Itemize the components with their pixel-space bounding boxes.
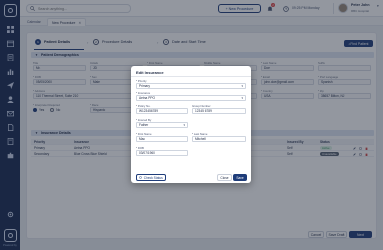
dob-input[interactable]: 03/07/1960 bbox=[136, 150, 188, 156]
refresh-icon bbox=[139, 176, 143, 179]
close-button[interactable]: Close bbox=[217, 174, 232, 181]
insured-by-value: Father bbox=[139, 123, 149, 127]
last-name-input[interactable]: Mitchell bbox=[192, 136, 246, 142]
first-name-input[interactable]: Mac bbox=[136, 136, 188, 142]
priority-value: Primary bbox=[139, 84, 150, 88]
check-status-button[interactable]: Check Status bbox=[136, 174, 166, 181]
insurance-select[interactable]: Aetna PPO ▾ bbox=[136, 95, 246, 101]
insurance-value: Aetna PPO bbox=[139, 96, 155, 100]
app-root: Powered by + New Procedure 2 09:25 PM Mo… bbox=[0, 0, 383, 250]
chevron-down-icon: ▾ bbox=[183, 123, 185, 127]
group-number-input[interactable]: 12345 6789 bbox=[192, 108, 246, 114]
check-status-label: Check Status bbox=[143, 175, 163, 180]
chevron-down-icon: ▾ bbox=[241, 96, 243, 100]
edit-insurance-modal: Edit Insurance * Priority Primary ▾ * Ins… bbox=[131, 66, 251, 183]
chevron-down-icon: ▾ bbox=[241, 84, 243, 88]
modal-divider bbox=[131, 76, 251, 77]
priority-select[interactable]: Primary ▾ bbox=[136, 83, 246, 89]
insured-by-select[interactable]: Father ▾ bbox=[136, 122, 188, 128]
policy-number-input[interactable]: W123456789 bbox=[136, 108, 188, 114]
modal-title: Edit Insurance bbox=[136, 70, 164, 75]
save-button[interactable]: Save bbox=[233, 174, 247, 181]
